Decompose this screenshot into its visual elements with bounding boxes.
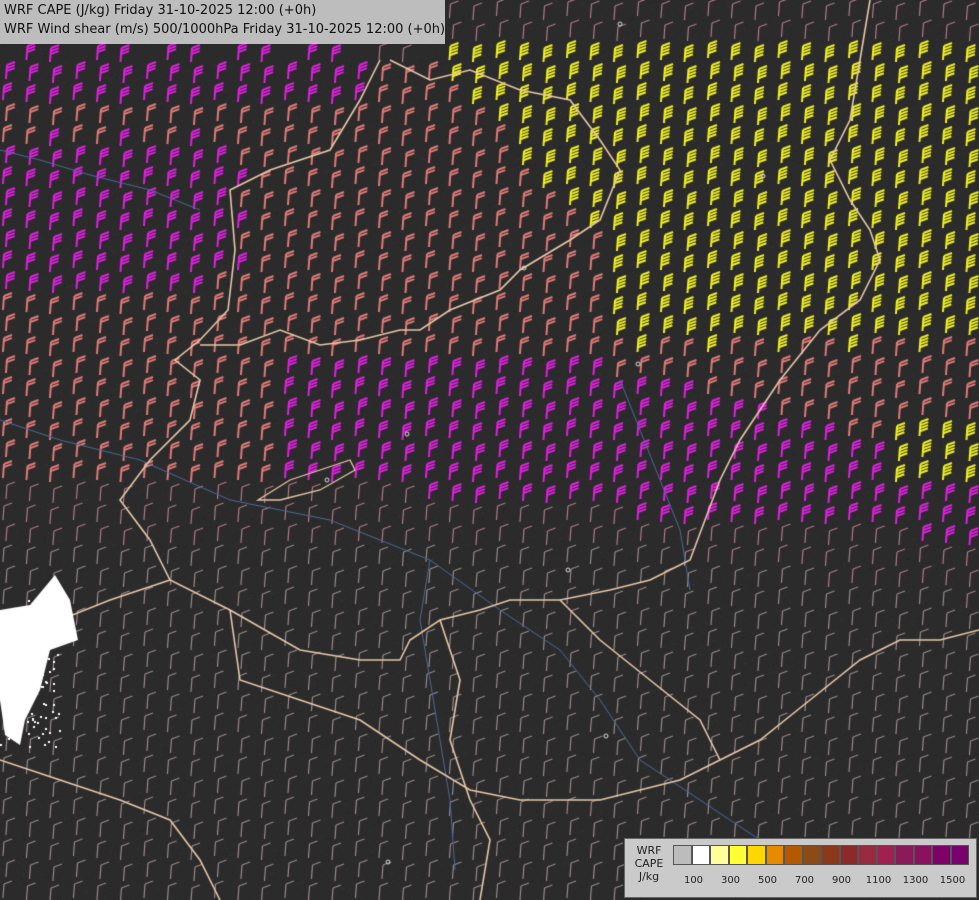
- legend-swatch: [858, 845, 877, 865]
- legend-swatch: [747, 845, 766, 865]
- legend-swatch: [673, 845, 692, 865]
- cape-legend: WRF CAPE J/kg 100 300 500 700 900 1100 1300 150…: [624, 838, 977, 898]
- legend-label: WRF CAPE J/kg: [629, 844, 669, 883]
- legend-tick-label: 1300: [902, 875, 929, 886]
- legend-label-unit: J/kg: [638, 870, 660, 883]
- legend-tick-label: 1100: [865, 875, 892, 886]
- legend-swatch: [821, 845, 840, 865]
- legend-swatch: [839, 845, 858, 865]
- legend-tick-label: 100: [683, 875, 704, 886]
- legend-swatch: [802, 845, 821, 865]
- map-title-wind-shear: WRF Wind shear (m/s) 500/1000hPa Friday …: [4, 22, 445, 37]
- legend-swatch: [913, 845, 932, 865]
- legend-tick-labels: 100 300 500 700 900 1100 1300 1500: [673, 875, 973, 889]
- legend-swatch: [728, 845, 747, 865]
- legend-swatch: [784, 845, 803, 865]
- map-title-cape: WRF CAPE (J/kg) Friday 31-10-2025 12:00 …: [4, 3, 317, 18]
- legend-label-model: WRF: [636, 844, 662, 857]
- wind-shear-map: [0, 0, 979, 900]
- legend-swatch: [876, 845, 895, 865]
- legend-swatch: [950, 845, 969, 865]
- legend-tick-label: 1500: [939, 875, 966, 886]
- legend-swatch: [895, 845, 914, 865]
- legend-swatch: [932, 845, 951, 865]
- legend-tick-label: 500: [757, 875, 778, 886]
- legend-color-scale: [673, 845, 969, 865]
- legend-tick-label: 300: [720, 875, 741, 886]
- legend-tick-label: 900: [831, 875, 852, 886]
- legend-swatch: [765, 845, 784, 865]
- legend-label-variable: CAPE: [634, 857, 664, 870]
- legend-swatch: [710, 845, 729, 865]
- map-title-box: WRF CAPE (J/kg) Friday 31-10-2025 12:00 …: [0, 0, 445, 44]
- legend-swatch: [691, 845, 710, 865]
- legend-tick-label: 700: [794, 875, 815, 886]
